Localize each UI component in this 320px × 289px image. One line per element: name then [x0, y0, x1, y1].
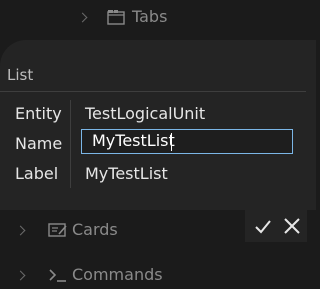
- tree-item-label: Cards: [72, 220, 118, 239]
- dialog-actions: [245, 210, 307, 242]
- label-value: MyTestList: [85, 164, 168, 183]
- folder-tabs-icon: [107, 9, 125, 29]
- chevron-right-icon[interactable]: [15, 270, 26, 281]
- tree-item-label: Commands: [72, 265, 163, 284]
- field-column-divider: [70, 100, 71, 188]
- name-input[interactable]: MyTestList: [81, 129, 293, 154]
- tree-item-label: Tabs: [132, 7, 168, 26]
- dialog-title: List: [7, 66, 34, 84]
- entity-label: Entity: [15, 104, 62, 123]
- chevron-right-icon[interactable]: [15, 225, 26, 236]
- terminal-icon: [48, 267, 68, 287]
- name-label: Name: [15, 134, 63, 153]
- text-caret: [171, 133, 172, 151]
- chevron-right-icon[interactable]: [77, 12, 88, 23]
- dialog-divider: [0, 91, 306, 92]
- label-label: Label: [15, 164, 59, 183]
- close-icon[interactable]: [282, 216, 302, 236]
- tree-item-tabs[interactable]: Tabs: [0, 3, 316, 31]
- checkmark-icon[interactable]: [253, 216, 273, 236]
- list-editor-dialog: List Entity TestLogicalUnit Name MyTestL…: [0, 40, 316, 210]
- entity-value: TestLogicalUnit: [85, 104, 206, 123]
- card-edit-icon: [48, 222, 68, 242]
